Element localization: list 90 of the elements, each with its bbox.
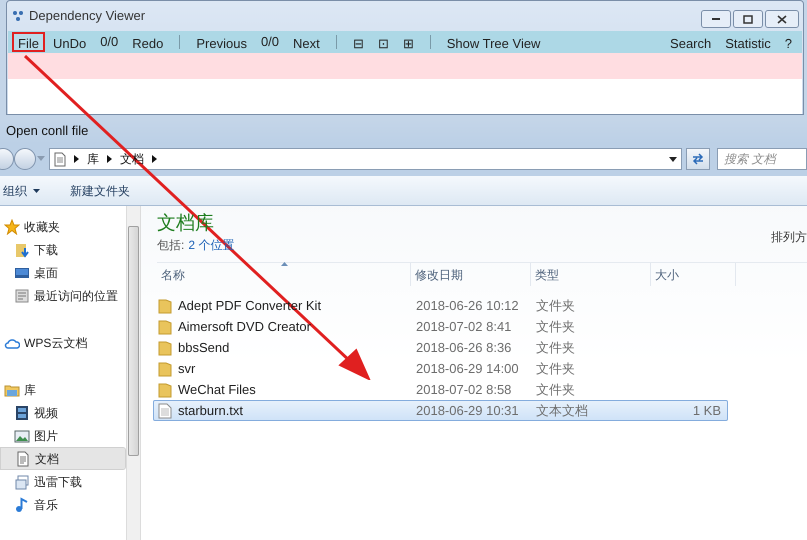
- folder-icon: [158, 360, 172, 376]
- close-button[interactable]: [765, 10, 799, 28]
- toolbar-button[interactable]: ⊞: [396, 32, 420, 52]
- type-cell-text: 文件夹: [535, 380, 576, 399]
- file-row[interactable]: starburn.txt 2018-06-29 10:31 文本文档 1 KB: [153, 400, 728, 421]
- scrollbar[interactable]: [126, 206, 141, 540]
- chevron-icon[interactable]: [74, 155, 79, 163]
- column-header[interactable]: 类型: [531, 263, 651, 286]
- size-cell-text: 1 KB: [692, 402, 721, 420]
- folder-icon: [158, 298, 172, 314]
- date-cell-text: 2018-06-26 8:36: [415, 338, 512, 357]
- document-icon: [15, 450, 31, 466]
- minimize-icon: [711, 17, 721, 21]
- toolbar-button[interactable]: File: [12, 32, 45, 52]
- toolbar-button[interactable]: UnDo: [46, 32, 92, 52]
- counter-text: 0/0: [99, 33, 120, 52]
- file-row[interactable]: Aimersoft DVD Creator 2018-07-02 8:41 文件夹: [153, 316, 728, 337]
- star-icon: [4, 218, 20, 234]
- chevron-icon[interactable]: [107, 155, 112, 163]
- close-icon: [777, 14, 787, 24]
- file-name: WeChat Files: [178, 380, 256, 399]
- sidebar-item[interactable]: 视频: [0, 401, 126, 424]
- date-cell-text: 2018-07-02 8:58: [415, 380, 512, 399]
- file-row[interactable]: WeChat Files 2018-07-02 8:58 文件夹: [153, 379, 728, 400]
- file-name: Aimersoft DVD Creator: [178, 318, 311, 336]
- chevron-icon[interactable]: [152, 155, 157, 163]
- music-note-icon: [14, 496, 30, 512]
- command-button[interactable]: 新建文件夹: [70, 182, 130, 200]
- search-field[interactable]: 搜索 文档: [717, 148, 807, 170]
- date-cell-text: 2018-06-29 14:00: [415, 360, 520, 378]
- toolbar-button[interactable]: ?: [778, 32, 798, 52]
- file-row[interactable]: bbsSend 2018-06-26 8:36 文件夹: [153, 337, 728, 358]
- picture-icon: [14, 428, 30, 444]
- app-icon: [11, 9, 25, 23]
- toolbar-button[interactable]: Redo: [126, 32, 170, 52]
- folder-icon: [158, 340, 172, 356]
- toolbar-button[interactable]: ⊡: [372, 32, 395, 52]
- minimize-button[interactable]: [701, 10, 731, 28]
- date-cell-text: 2018-06-29 10:31: [415, 402, 520, 420]
- column-header[interactable]: 修改日期: [411, 263, 531, 286]
- download-folder-icon: [14, 242, 30, 258]
- type-cell-text: 文件夹: [535, 318, 576, 336]
- toolbar-button[interactable]: Show Tree View: [440, 32, 546, 52]
- sidebar-item[interactable]: 迅雷下载: [0, 470, 126, 493]
- sidebar-item[interactable]: 库: [0, 378, 126, 401]
- file-name: starburn.txt: [178, 402, 244, 420]
- includes-label: 包括:: [157, 237, 184, 254]
- refresh-icon: [691, 153, 706, 165]
- refresh-button[interactable]: [686, 148, 710, 170]
- type-cell-text: 文件夹: [535, 360, 576, 378]
- dropdown-caret-icon[interactable]: [669, 156, 678, 162]
- folder-icon: [158, 382, 172, 398]
- file-row[interactable]: svr 2018-06-29 14:00 文件夹: [153, 358, 728, 379]
- folder-icon: [158, 318, 172, 334]
- date-cell-text: 2018-06-26 10:12: [415, 296, 520, 315]
- document-icon: [54, 152, 66, 166]
- sidebar-item[interactable]: 文档: [0, 447, 126, 470]
- download-box-icon: [14, 474, 30, 490]
- command-button[interactable]: 组织: [3, 182, 40, 200]
- maximize-icon: [743, 14, 753, 24]
- type-cell-text: 文件夹: [535, 338, 576, 357]
- arrange-label: 排列方: [771, 229, 807, 246]
- type-cell-text: 文件夹: [535, 296, 576, 315]
- forward-button[interactable]: [14, 148, 36, 170]
- counter-text: 0/0: [260, 33, 280, 52]
- column-header[interactable]: 大小: [651, 263, 736, 286]
- film-icon: [14, 404, 30, 420]
- breadcrumb-item[interactable]: 库: [87, 150, 99, 168]
- sidebar-item[interactable]: 图片: [0, 424, 126, 447]
- recent-places-icon: [14, 288, 30, 304]
- toolbar-button[interactable]: ⊟: [346, 32, 370, 52]
- sidebar-item[interactable]: 桌面: [0, 261, 126, 284]
- sidebar-item[interactable]: 音乐: [0, 493, 126, 516]
- toolbar-button[interactable]: Next: [287, 32, 326, 52]
- type-cell-text: 文本文档: [535, 402, 589, 420]
- scroll-thumb[interactable]: [128, 226, 139, 456]
- file-name: svr: [178, 360, 196, 378]
- text-file-icon: [158, 402, 172, 418]
- window-title: Dependency Viewer: [29, 7, 146, 26]
- sidebar-item[interactable]: 最近访问的位置: [0, 284, 126, 307]
- sidebar-item[interactable]: 下载: [0, 238, 126, 261]
- sidebar-item[interactable]: WPS云文档: [0, 331, 126, 354]
- toolbar-button[interactable]: Previous: [190, 32, 253, 52]
- dialog-title: Open conll file: [6, 122, 88, 140]
- file-name: bbsSend: [178, 338, 230, 357]
- toolbar-button[interactable]: Search: [664, 32, 718, 52]
- maximize-button[interactable]: [733, 10, 763, 28]
- toolbar-button[interactable]: Statistic: [719, 32, 777, 52]
- sidebar-item[interactable]: 收藏夹: [0, 215, 126, 238]
- date-cell-text: 2018-07-02 8:41: [415, 318, 512, 336]
